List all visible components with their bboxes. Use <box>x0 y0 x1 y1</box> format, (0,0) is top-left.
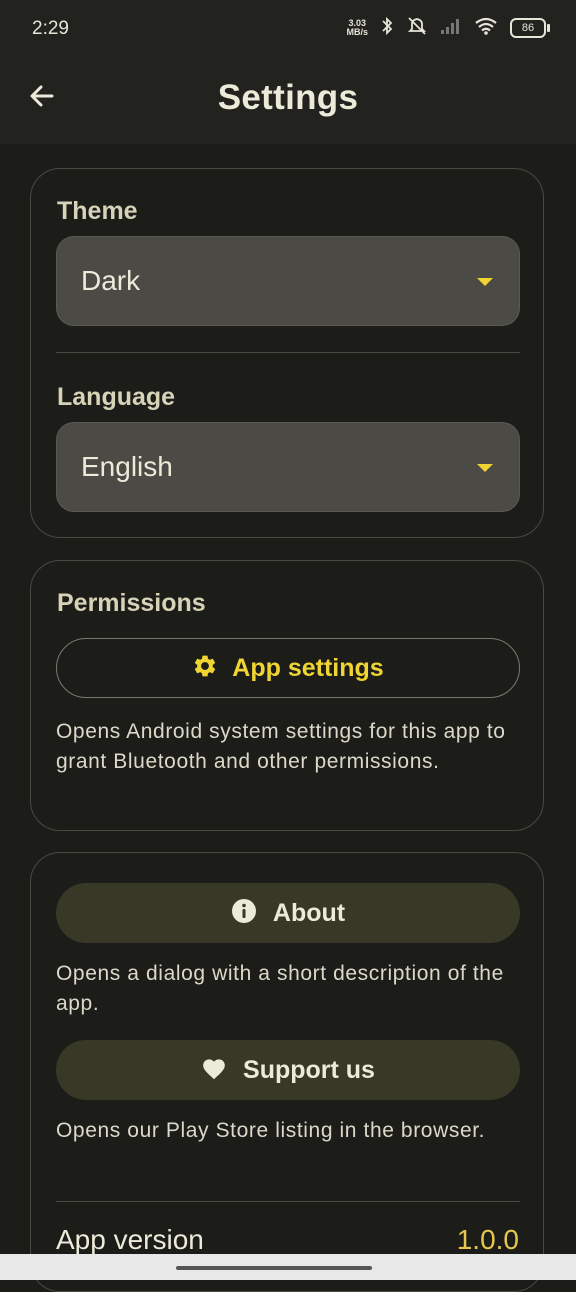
bluetooth-icon <box>380 16 394 39</box>
about-label: About <box>272 898 346 927</box>
app-settings-label: App settings <box>232 653 384 682</box>
wifi-icon <box>474 17 498 38</box>
battery-indicator: 86 <box>510 17 550 38</box>
battery-level: 86 <box>521 21 535 34</box>
status-time: 2:29 <box>32 18 69 39</box>
info-icon <box>231 898 257 929</box>
theme-dropdown-value: Dark <box>81 265 141 296</box>
status-bar: 2:29 3.03 MB/s 86 <box>0 0 576 58</box>
heart-icon <box>201 1056 227 1085</box>
permissions-card: Permissions App settings Opens Android s… <box>30 560 544 831</box>
network-speed-unit: MB/s <box>346 26 368 37</box>
about-description: Opens a dialog with a short description … <box>56 962 504 1015</box>
signal-icon <box>440 17 462 38</box>
dropdown-arrow-icon <box>477 278 493 286</box>
mute-icon <box>406 16 428 39</box>
divider <box>56 352 520 353</box>
support-us-button[interactable]: Support us <box>56 1040 520 1100</box>
theme-label: Theme <box>57 197 138 225</box>
language-dropdown[interactable]: English <box>56 422 520 512</box>
about-card: About Opens a dialog with a short descri… <box>30 852 544 1292</box>
navigation-bar <box>0 1254 576 1280</box>
appearance-card: Theme Dark Language English <box>30 168 544 538</box>
about-button[interactable]: About <box>56 883 520 943</box>
gear-icon <box>192 653 218 684</box>
gesture-handle[interactable] <box>176 1266 372 1270</box>
app-settings-description: Opens Android system settings for this a… <box>56 720 506 773</box>
support-us-description: Opens our Play Store listing in the brow… <box>56 1119 486 1142</box>
app-settings-button[interactable]: App settings <box>56 638 520 698</box>
support-us-label: Support us <box>243 1055 375 1084</box>
dropdown-arrow-icon <box>477 464 493 472</box>
language-label: Language <box>57 383 176 411</box>
app-version-value: 1.0.0 <box>456 1224 519 1255</box>
network-speed: 3.03 MB/s <box>346 18 368 37</box>
permissions-label: Permissions <box>57 589 206 617</box>
divider <box>56 1201 520 1202</box>
app-bar: Settings <box>0 58 576 144</box>
theme-dropdown[interactable]: Dark <box>56 236 520 326</box>
status-icons: 3.03 MB/s 86 <box>346 16 550 39</box>
app-version-label: App version <box>56 1224 204 1255</box>
language-dropdown-value: English <box>81 451 173 482</box>
page-title: Settings <box>217 78 359 117</box>
